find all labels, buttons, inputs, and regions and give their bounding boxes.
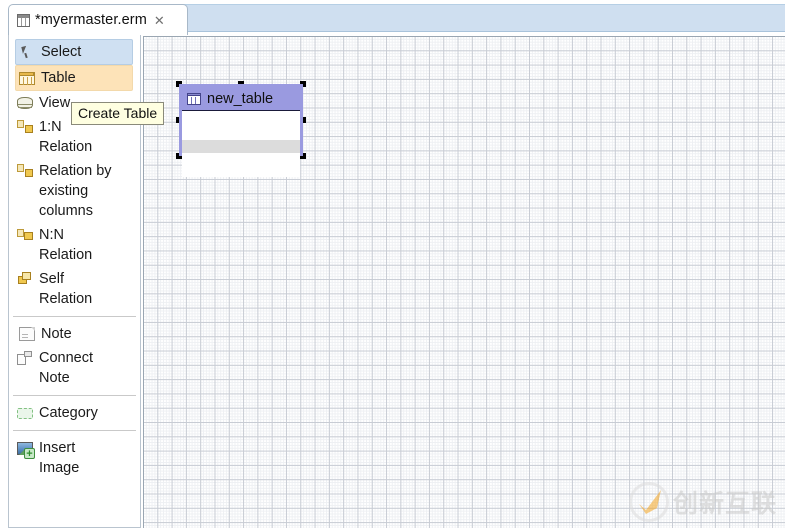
connect-note-icon [17,351,33,367]
relation-1n-icon [17,120,33,134]
palette-item-category[interactable]: Category [9,401,140,425]
palette-separator [13,316,136,317]
palette-item-label: Category [39,405,98,421]
table-node-header[interactable]: new_table [182,87,300,111]
palette-item-connect-note[interactable]: Connect Note [9,346,140,390]
palette-separator [13,430,136,431]
palette-item-relation-by-existing-columns[interactable]: Relation by existing columns [9,159,140,223]
palette-item-label: Self Relation [39,271,93,307]
category-icon [17,408,33,419]
table-icon [187,92,201,105]
palette-item-self-relation[interactable]: Self Relation [9,267,140,311]
close-icon[interactable]: ✕ [154,14,165,27]
palette-item-label: Insert Image [39,440,80,476]
tooltip-create-table: Create Table [71,102,165,125]
editor-tab-myermaster[interactable]: *myermaster.erm ✕ [8,4,188,35]
erm-editor-window: *myermaster.erm ✕ new_table 创新互联 Select … [0,0,785,528]
palette-item-label: Relation by existing columns [39,163,112,219]
palette-item-label: Select [41,44,82,60]
table-node-selection[interactable]: new_table [176,81,306,177]
relation-existing-icon [17,164,33,178]
cursor-icon [19,45,35,61]
palette-item-note[interactable]: Note [9,322,140,346]
palette-separator [13,395,136,396]
editor-tab-title: *myermaster.erm [35,12,147,28]
erm-diagram-canvas[interactable]: new_table 创新互联 [143,36,785,528]
editor-tab-bar: *myermaster.erm ✕ [0,0,785,35]
palette-item-select[interactable]: Select [15,39,133,65]
palette-item-relation-nn[interactable]: N:N Relation [9,223,140,267]
palette-item-label: View [39,95,71,111]
table-node-title: new_table [207,90,274,107]
table-icon [17,13,30,27]
relation-self-icon [17,272,33,288]
palette-item-table[interactable]: Table [15,65,133,91]
table-node[interactable]: new_table [179,84,303,177]
palette-item-label: N:N Relation [39,227,93,263]
view-icon [17,97,33,109]
table-node-footer [182,140,300,153]
palette-item-label: Table [41,70,76,86]
table-icon [19,72,35,85]
palette-item-label: Note [41,326,72,342]
insert-image-icon [17,442,35,459]
palette-item-insert-image[interactable]: Insert Image [9,436,140,480]
palette-item-label: Connect Note [39,350,94,386]
tab-bar-background [125,4,785,32]
note-icon [19,327,35,341]
relation-nn-icon [17,228,33,244]
